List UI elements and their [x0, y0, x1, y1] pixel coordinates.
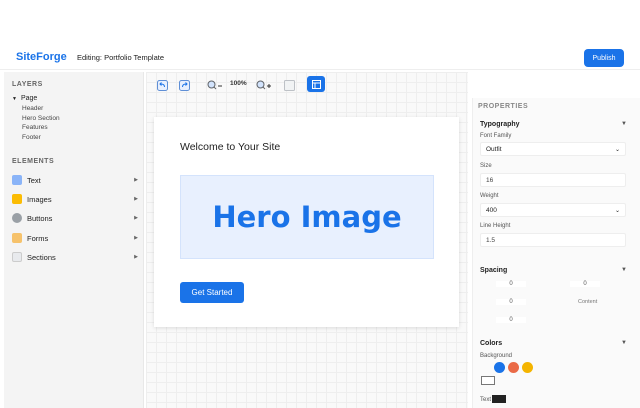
font-family-value: Outfit	[486, 145, 502, 153]
properties-title: PROPERTIES	[478, 103, 529, 110]
swatch-blue[interactable]	[494, 362, 505, 373]
element-sections-label: Sections	[27, 252, 56, 262]
spacing-content-label: Content	[578, 299, 598, 305]
layer-hero-section[interactable]: Hero Section	[22, 115, 60, 122]
caret-down-icon: ▼	[12, 96, 17, 102]
swatch-orange[interactable]	[508, 362, 519, 373]
element-text-label: Text	[27, 175, 41, 185]
size-input[interactable]: 16	[480, 173, 626, 187]
spacing-left-input[interactable]: 0	[496, 299, 526, 305]
welcome-heading[interactable]: Welcome to Your Site	[180, 141, 280, 153]
frame-icon[interactable]	[284, 78, 295, 92]
get-started-button[interactable]: Get Started	[180, 282, 244, 303]
weight-select[interactable]: 400 ⌄	[480, 203, 626, 217]
arrow-right-icon: ▶	[134, 235, 138, 241]
text-icon	[12, 175, 22, 185]
spacing-bottom-input[interactable]: 0	[496, 317, 526, 323]
background-label: Background	[480, 353, 513, 359]
image-icon	[12, 194, 22, 204]
element-sections[interactable]: Sections ▶	[12, 249, 138, 265]
arrow-right-icon: ▶	[134, 196, 138, 202]
element-images-label: Images	[27, 194, 52, 204]
colors-title[interactable]: Colors	[480, 340, 502, 347]
chevron-down-icon[interactable]: ▼	[621, 121, 627, 127]
hero-image[interactable]: Hero Image	[180, 175, 434, 259]
weight-value: 400	[486, 206, 497, 214]
text-color-picker[interactable]	[492, 395, 506, 403]
layer-footer[interactable]: Footer	[22, 134, 41, 141]
spacing-top-input[interactable]: 0	[496, 281, 526, 287]
button-icon	[12, 213, 22, 223]
layer-page-label: Page	[20, 95, 38, 102]
zoom-level: 100%	[230, 80, 247, 87]
hero-image-label: Hero Image	[212, 200, 402, 234]
chevron-down-icon: ⌄	[614, 146, 620, 153]
text-color-label: Text	[480, 397, 492, 403]
line-height-label: Line Height	[480, 223, 511, 229]
element-images[interactable]: Images ▶	[12, 191, 138, 207]
spacing-right-input[interactable]: 0	[570, 281, 600, 287]
arrow-right-icon: ▶	[134, 215, 138, 221]
elements-title: ELEMENTS	[12, 158, 55, 165]
form-icon	[12, 233, 22, 243]
font-family-select[interactable]: Outfit ⌄	[480, 142, 626, 156]
editing-title: Editing: Portfolio Template	[77, 53, 164, 62]
redo-icon[interactable]	[179, 78, 190, 92]
element-buttons[interactable]: Buttons ▶	[12, 210, 138, 226]
chevron-down-icon[interactable]: ▼	[621, 340, 627, 346]
layer-page[interactable]: ▼ Page	[12, 95, 37, 102]
app-logo[interactable]: SiteForge	[16, 51, 67, 63]
line-height-input[interactable]: 1.5	[480, 233, 626, 247]
zoom-in-icon[interactable]	[256, 78, 272, 92]
layers-title: LAYERS	[12, 81, 43, 88]
background-color-picker[interactable]	[481, 376, 495, 385]
element-forms[interactable]: Forms ▶	[12, 230, 138, 246]
element-forms-label: Forms	[27, 233, 49, 243]
element-buttons-label: Buttons	[27, 213, 53, 223]
layer-header[interactable]: Header	[22, 105, 43, 112]
weight-label: Weight	[480, 193, 499, 199]
typography-title[interactable]: Typography	[480, 121, 520, 128]
spacing-title[interactable]: Spacing	[480, 267, 507, 274]
font-family-label: Font Family	[480, 133, 512, 139]
chevron-down-icon[interactable]: ▼	[621, 267, 627, 273]
publish-button[interactable]: Publish	[584, 49, 624, 67]
grid-icon[interactable]	[307, 76, 325, 92]
section-icon	[12, 252, 22, 262]
arrow-right-icon: ▶	[134, 177, 138, 183]
size-label: Size	[480, 163, 492, 169]
arrow-right-icon: ▶	[134, 254, 138, 260]
undo-icon[interactable]	[157, 78, 168, 92]
zoom-out-icon[interactable]	[207, 78, 223, 92]
element-text[interactable]: Text ▶	[12, 172, 138, 188]
layer-features[interactable]: Features	[22, 124, 48, 131]
chevron-down-icon: ⌄	[614, 207, 620, 214]
swatch-yellow[interactable]	[522, 362, 533, 373]
